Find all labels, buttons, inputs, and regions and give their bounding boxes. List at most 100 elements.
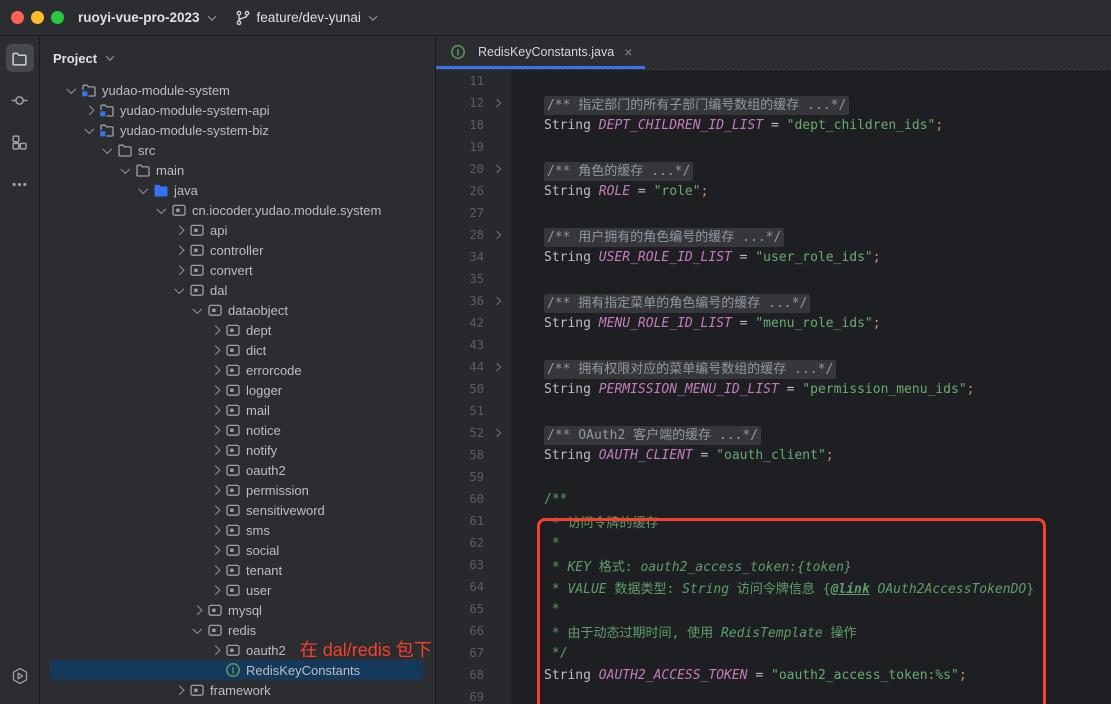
services-icon[interactable] — [6, 662, 34, 690]
more-icon[interactable] — [6, 170, 34, 198]
chevron-right-icon[interactable] — [170, 687, 188, 694]
code-token-plain: String — [544, 382, 599, 397]
structure-icon[interactable] — [6, 128, 34, 156]
chevron-right-icon[interactable] — [206, 327, 224, 334]
tree-item-permission[interactable]: permission — [40, 480, 435, 500]
tree-item-yudao-module-system[interactable]: yudao-module-system — [40, 80, 435, 100]
project-panel-header[interactable]: Project — [40, 36, 435, 80]
project-folder-icon[interactable] — [6, 44, 34, 72]
tree-item-java[interactable]: java — [40, 180, 435, 200]
chevron-right-icon[interactable] — [206, 367, 224, 374]
package-icon — [224, 402, 241, 418]
chevron-right-icon[interactable] — [206, 427, 224, 434]
chevron-right-icon[interactable] — [206, 447, 224, 454]
chevron-right-icon[interactable] — [206, 507, 224, 514]
chevron-right-icon[interactable] — [206, 487, 224, 494]
tree-item-RedisKeyConstants[interactable]: IRedisKeyConstants — [50, 660, 423, 680]
chevron-right-icon[interactable] — [206, 647, 224, 654]
code-token-doc: 格式: — [591, 560, 640, 575]
fold-chevron-icon[interactable] — [484, 100, 510, 106]
tree-item-main[interactable]: main — [40, 160, 435, 180]
editor-tab-rediskeyconstants[interactable]: I RedisKeyConstants.java × — [436, 35, 645, 69]
branch-selector[interactable]: feature/dev-yunai — [235, 10, 376, 26]
chevron-right-icon[interactable] — [206, 567, 224, 574]
chevron-right-icon[interactable] — [206, 347, 224, 354]
code-token-str: "oauth_client" — [716, 448, 826, 463]
chevron-down-icon[interactable] — [188, 627, 206, 634]
code-editor[interactable]: 1112/** 指定部门的所有子部门编号数组的缓存 ...*/18String … — [436, 70, 1111, 704]
chevron-down-icon[interactable] — [80, 127, 98, 134]
tree-item-oauth2[interactable]: oauth2 — [40, 460, 435, 480]
chevron-right-icon[interactable] — [206, 387, 224, 394]
zoom-window-button[interactable] — [51, 11, 64, 24]
code-line-67: 67 */ — [436, 642, 1111, 664]
code-token-comment: /** 拥有指定菜单的角色编号的缓存 ...*/ — [544, 294, 810, 313]
tree-item-yudao-module-system-biz[interactable]: yudao-module-system-biz — [40, 120, 435, 140]
chevron-down-icon[interactable] — [152, 207, 170, 214]
tree-item-label: controller — [210, 243, 263, 258]
tree-item-redis[interactable]: redis — [40, 620, 435, 640]
chevron-right-icon[interactable] — [170, 247, 188, 254]
chevron-down-icon[interactable] — [188, 307, 206, 314]
tree-item-api[interactable]: api — [40, 220, 435, 240]
tree-item-controller[interactable]: controller — [40, 240, 435, 260]
close-window-button[interactable] — [11, 11, 24, 24]
tree-item-oauth2[interactable]: oauth2在 dal/redis 包下 — [40, 640, 435, 660]
chevron-right-icon[interactable] — [188, 607, 206, 614]
chevron-down-icon[interactable] — [170, 287, 188, 294]
chevron-right-icon[interactable] — [206, 467, 224, 474]
fold-chevron-icon[interactable] — [484, 166, 510, 172]
chevron-right-icon[interactable] — [206, 527, 224, 534]
tree-item-sensitiveword[interactable]: sensitiveword — [40, 500, 435, 520]
tree-item-mail[interactable]: mail — [40, 400, 435, 420]
fold-chevron-icon[interactable] — [484, 298, 510, 304]
chevron-down-icon[interactable] — [62, 87, 80, 94]
tree-item-cn.iocoder.yudao.module.system[interactable]: cn.iocoder.yudao.module.system — [40, 200, 435, 220]
tree-item-dal[interactable]: dal — [40, 280, 435, 300]
package-icon — [188, 282, 205, 298]
fold-chevron-icon[interactable] — [484, 430, 510, 436]
code-token-plain: = — [732, 250, 755, 265]
code-token-plain: String — [544, 668, 599, 683]
chevron-right-icon[interactable] — [206, 587, 224, 594]
fold-chevron-icon[interactable] — [484, 232, 510, 238]
tree-item-errorcode[interactable]: errorcode — [40, 360, 435, 380]
line-number: 64 — [436, 580, 484, 594]
commit-icon[interactable] — [6, 86, 34, 114]
tab-close-icon[interactable]: × — [624, 45, 632, 59]
chevron-right-icon[interactable] — [206, 547, 224, 554]
tree-item-dict[interactable]: dict — [40, 340, 435, 360]
chevron-down-icon[interactable] — [134, 187, 152, 194]
package-icon — [224, 522, 241, 538]
interface-icon: I — [449, 44, 466, 60]
chevron-right-icon[interactable] — [80, 107, 98, 114]
minimize-window-button[interactable] — [31, 11, 44, 24]
chevron-right-icon[interactable] — [170, 267, 188, 274]
chevron-right-icon[interactable] — [170, 227, 188, 234]
tree-item-mysql[interactable]: mysql — [40, 600, 435, 620]
tree-item-notify[interactable]: notify — [40, 440, 435, 460]
tree-item-yudao-module-system-api[interactable]: yudao-module-system-api — [40, 100, 435, 120]
tree-item-clipped[interactable] — [40, 700, 435, 704]
line-number: 61 — [436, 514, 484, 528]
tree-item-user[interactable]: user — [40, 580, 435, 600]
tree-item-convert[interactable]: convert — [40, 260, 435, 280]
tree-item-social[interactable]: social — [40, 540, 435, 560]
tree-item-framework[interactable]: framework — [40, 680, 435, 700]
tree-item-tenant[interactable]: tenant — [40, 560, 435, 580]
fold-chevron-icon[interactable] — [484, 364, 510, 370]
chevron-down-icon[interactable] — [116, 167, 134, 174]
tree-item-dataobject[interactable]: dataobject — [40, 300, 435, 320]
chevron-down-icon[interactable] — [98, 147, 116, 154]
tree-item-logger[interactable]: logger — [40, 380, 435, 400]
code-text: /** 拥有权限对应的菜单编号数组的缓存 ...*/ — [511, 358, 836, 377]
project-selector[interactable]: ruoyi-vue-pro-2023 — [78, 10, 215, 25]
tree-item-src[interactable]: src — [40, 140, 435, 160]
chevron-right-icon[interactable] — [206, 407, 224, 414]
tree-item-notice[interactable]: notice — [40, 420, 435, 440]
code-line-19: 19 — [436, 136, 1111, 158]
tree-item-sms[interactable]: sms — [40, 520, 435, 540]
tree-item-dept[interactable]: dept — [40, 320, 435, 340]
package-icon — [188, 242, 205, 258]
line-number: 52 — [436, 426, 484, 440]
